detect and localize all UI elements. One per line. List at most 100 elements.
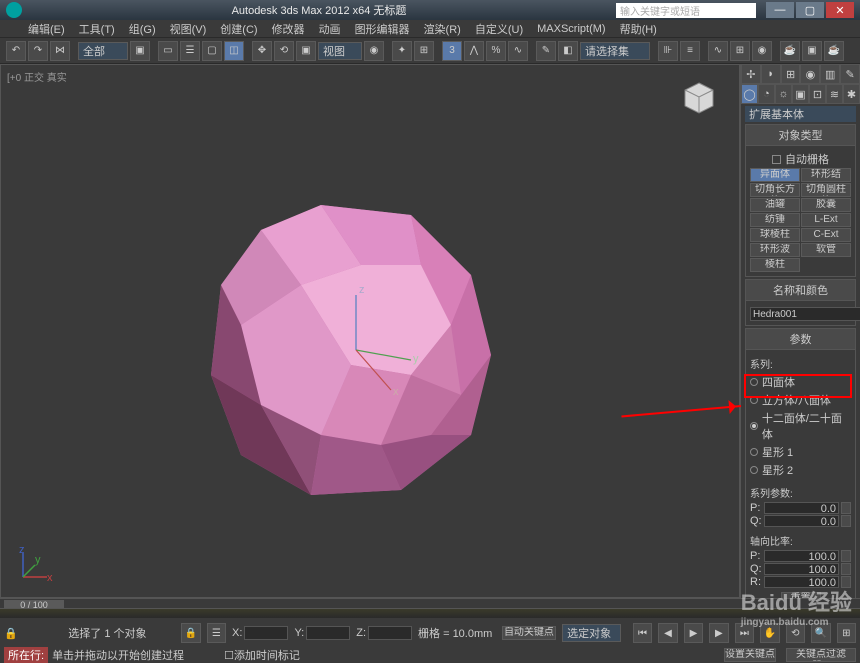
menu-item[interactable]: 组(G) <box>129 21 156 37</box>
rollout-name-color[interactable]: 名称和颜色 <box>745 279 856 301</box>
hedra-object[interactable]: z y x <box>181 195 521 515</box>
pr-input[interactable]: 100.0 <box>764 550 839 562</box>
type-button[interactable]: 软管 <box>801 243 851 257</box>
subtab-cameras-icon[interactable]: ▣ <box>792 84 809 104</box>
viewport[interactable]: [+0 正交 真实 z <box>0 64 740 598</box>
autogrid-checkbox[interactable] <box>772 155 781 164</box>
scale-icon[interactable]: ▣ <box>296 41 316 61</box>
setkey-button[interactable]: 设置关键点 <box>724 648 776 662</box>
type-button[interactable]: 环形波 <box>750 243 800 257</box>
menu-item[interactable]: 工具(T) <box>79 21 115 37</box>
select-rect-icon[interactable]: ▢ <box>202 41 222 61</box>
menu-item[interactable]: 视图(V) <box>170 21 207 37</box>
layers-icon[interactable]: ≡ <box>680 41 700 61</box>
spinner-snap-icon[interactable]: ∿ <box>508 41 528 61</box>
tab-modify-icon[interactable]: ◗ <box>761 64 781 84</box>
z-coord[interactable] <box>368 626 412 640</box>
keyfilter-sel[interactable]: 选定对象 <box>562 624 621 642</box>
abs-icon[interactable]: ☰ <box>207 623 226 643</box>
rr-input[interactable]: 100.0 <box>764 576 839 588</box>
nav-zoom-icon[interactable]: 🔍 <box>811 623 830 643</box>
p-input[interactable]: 0.0 <box>764 502 839 514</box>
menu-item[interactable]: 自定义(U) <box>475 21 523 37</box>
maximize-button[interactable]: ▢ <box>796 2 824 18</box>
p-spinner[interactable] <box>841 502 851 514</box>
type-button[interactable]: 切角圆柱体 <box>801 183 851 197</box>
menu-item[interactable]: 帮助(H) <box>620 21 657 37</box>
named-sel-icon[interactable]: ✎ <box>536 41 556 61</box>
play-start-icon[interactable]: ⏮ <box>633 623 652 643</box>
track-bar[interactable] <box>0 608 860 618</box>
percent-snap-icon[interactable]: % <box>486 41 506 61</box>
rotate-icon[interactable]: ⟲ <box>274 41 294 61</box>
time-slider[interactable]: 0 / 100 <box>0 598 860 608</box>
keyfilter-button[interactable]: 关键点过滤器... <box>786 648 856 662</box>
keymode-icon[interactable]: ⊞ <box>414 41 434 61</box>
q-spinner[interactable] <box>841 515 851 527</box>
undo-icon[interactable]: ↶ <box>6 41 26 61</box>
selection-filter[interactable]: 全部 <box>78 42 128 60</box>
autokey-button[interactable]: 自动关键点 <box>502 626 556 640</box>
x-coord[interactable] <box>244 626 288 640</box>
angle-snap-icon[interactable]: ⋀ <box>464 41 484 61</box>
nav-max-icon[interactable]: ⊞ <box>837 623 856 643</box>
material-icon[interactable]: ◉ <box>752 41 772 61</box>
type-button[interactable]: 纺锤 <box>750 213 800 227</box>
tab-motion-icon[interactable]: ◉ <box>800 64 820 84</box>
minimize-button[interactable]: — <box>766 2 794 18</box>
subtab-systems-icon[interactable]: ✱ <box>843 84 860 104</box>
named-sets[interactable]: 请选择集 <box>580 42 650 60</box>
schematic-icon[interactable]: ⊞ <box>730 41 750 61</box>
manip-icon[interactable]: ✦ <box>392 41 412 61</box>
redo-icon[interactable]: ↷ <box>28 41 48 61</box>
nav-orbit-icon[interactable]: ⟲ <box>786 623 805 643</box>
viewport-label[interactable]: [+0 正交 真实 <box>7 69 67 84</box>
view-cube[interactable] <box>679 79 719 119</box>
tab-create-icon[interactable]: ✢ <box>741 64 761 84</box>
tab-display-icon[interactable]: ▥ <box>820 64 840 84</box>
link-icon[interactable]: ⋈ <box>50 41 70 61</box>
type-button[interactable]: 异面体 <box>750 168 800 182</box>
curve-editor-icon[interactable]: ∿ <box>708 41 728 61</box>
render-frame-icon[interactable]: ▣ <box>802 41 822 61</box>
type-button[interactable]: 胶囊 <box>801 198 851 212</box>
tab-hierarchy-icon[interactable]: ⊞ <box>781 64 801 84</box>
pr-spinner[interactable] <box>841 550 851 562</box>
play-icon[interactable]: ▶ <box>684 623 703 643</box>
help-search-input[interactable]: 输入关键字或短语 <box>616 3 756 18</box>
type-button[interactable]: 棱柱 <box>750 258 800 272</box>
play-next-icon[interactable]: ▶ <box>709 623 728 643</box>
tab-utilities-icon[interactable]: ✎ <box>840 64 860 84</box>
play-end-icon[interactable]: ⏭ <box>735 623 754 643</box>
series-radio[interactable]: 十二面体/二十面体 <box>750 409 851 443</box>
type-button[interactable]: 切角长方体 <box>750 183 800 197</box>
render-icon[interactable]: ☕ <box>824 41 844 61</box>
select-icon[interactable]: ▭ <box>158 41 178 61</box>
series-radio[interactable]: 星形 2 <box>750 461 851 479</box>
type-button[interactable]: 环形结 <box>801 168 851 182</box>
menu-item[interactable]: 编辑(E) <box>28 21 65 37</box>
menu-item[interactable]: 创建(C) <box>220 21 257 37</box>
q-input[interactable]: 0.0 <box>764 515 839 527</box>
ref-coord[interactable]: 视图 <box>318 42 362 60</box>
object-name-input[interactable] <box>750 307 860 321</box>
move-icon[interactable]: ✥ <box>252 41 272 61</box>
menu-item[interactable]: 修改器 <box>272 21 305 37</box>
type-button[interactable]: 油罐 <box>750 198 800 212</box>
time-thumb[interactable]: 0 / 100 <box>4 600 64 608</box>
qr-input[interactable]: 100.0 <box>764 563 839 575</box>
add-timemark[interactable]: 添加时间标记 <box>234 647 300 663</box>
close-button[interactable]: ✕ <box>826 2 854 18</box>
select-name-icon[interactable]: ☰ <box>180 41 200 61</box>
y-coord[interactable] <box>306 626 350 640</box>
menu-item[interactable]: 渲染(R) <box>424 21 461 37</box>
menu-item[interactable]: MAXScript(M) <box>537 23 605 35</box>
mirror-icon[interactable]: ◧ <box>558 41 578 61</box>
snap-icon[interactable]: 3 <box>442 41 462 61</box>
type-button[interactable]: 球棱柱 <box>750 228 800 242</box>
rr-spinner[interactable] <box>841 576 851 588</box>
rollout-object-type[interactable]: 对象类型 <box>745 124 856 146</box>
select-window-icon[interactable]: ◫ <box>224 41 244 61</box>
selection-lock[interactable]: 🔒 <box>4 627 62 640</box>
category-dropdown[interactable]: 扩展基本体 <box>745 106 856 122</box>
